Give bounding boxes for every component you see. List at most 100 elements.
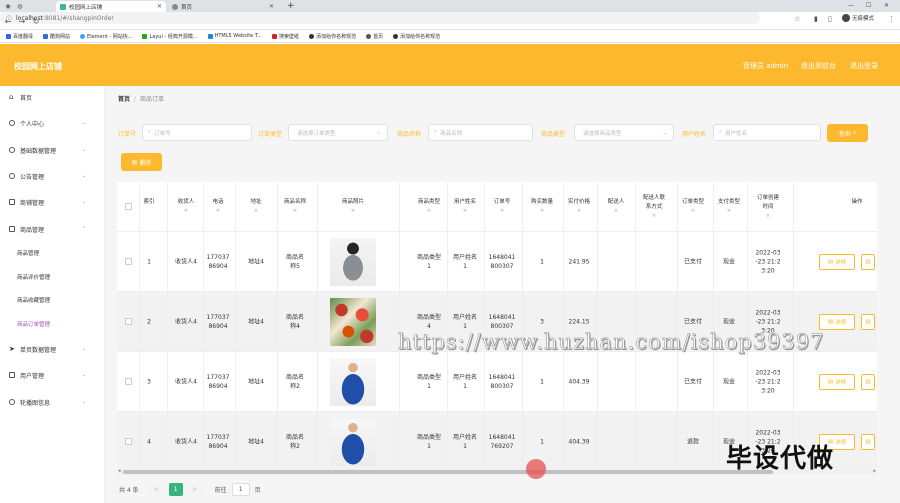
product-name-input[interactable]: ⌕ 商品名称: [428, 124, 533, 141]
tab-second[interactable]: 首页 ✕: [168, 1, 278, 12]
back-icon[interactable]: ←: [2, 15, 14, 27]
sort-icon[interactable]: ≑: [184, 208, 188, 214]
sort-icon[interactable]: ≑: [540, 208, 544, 214]
column-header[interactable]: 配送人联系方式 ≑: [641, 194, 667, 221]
column-header[interactable]: 支付类型 ≑: [712, 198, 746, 216]
go-frontend-link[interactable]: 退出到前台: [801, 61, 836, 71]
row-checkbox[interactable]: [125, 318, 132, 325]
sort-icon[interactable]: ≑: [691, 208, 695, 214]
product-type-select[interactable]: 请选择商品类型 ⌄: [574, 124, 674, 141]
column-header[interactable]: 电话 ≑: [201, 198, 235, 216]
column-header[interactable]: 订单创建时间 ≑: [755, 194, 781, 221]
sidebar-item-products[interactable]: 商品管理 ⌃: [0, 222, 105, 236]
column-header[interactable]: 购买数量 ≑: [525, 198, 559, 216]
breadcrumb-home[interactable]: 首页: [118, 96, 130, 103]
trash-icon[interactable]: ▥: [861, 374, 875, 390]
close-tab-icon[interactable]: ✕: [157, 3, 162, 10]
next-page-button[interactable]: >: [187, 482, 202, 496]
sort-icon[interactable]: ≑: [216, 208, 220, 214]
extension-icon[interactable]: ▮: [814, 15, 818, 23]
column-header[interactable]: 地址 ≑: [239, 198, 273, 216]
table-row[interactable]: 3 收货人4 17703786904 地址4 商品名称2 商品类型1 用户姓名1 164804…: [117, 352, 877, 412]
detail-button[interactable]: ▤ 详情: [819, 314, 855, 330]
sidebar-sub-product-manage[interactable]: 商品管理: [17, 249, 39, 257]
reload-icon[interactable]: ↻: [30, 15, 42, 27]
scrollbar-thumb[interactable]: [123, 470, 773, 474]
bookmark-item[interactable]: 首页: [366, 33, 383, 40]
bookmark-item[interactable]: 搜索壁纸: [272, 33, 299, 40]
column-header[interactable]: 商品照片 ≑: [328, 198, 378, 216]
column-header[interactable]: 商品类型 ≑: [412, 198, 446, 216]
delete-button[interactable]: ▤ 删除: [121, 153, 162, 171]
bookmark-item[interactable]: 酷狗网站: [43, 33, 70, 40]
column-header[interactable]: 商品名称 ≑: [278, 198, 312, 216]
close-tab-icon[interactable]: ✕: [269, 3, 274, 10]
trash-icon[interactable]: ▥: [861, 254, 875, 270]
sidebar-sub-product-favorite[interactable]: 商品收藏管理: [17, 296, 50, 304]
sidebar-item-shop[interactable]: 商铺管理 ⌄: [0, 195, 105, 209]
column-header[interactable]: 用户姓名 ≑: [448, 198, 482, 216]
goto-page-input[interactable]: 1: [231, 482, 250, 496]
sidebar-item-home[interactable]: ⌂ 首页: [0, 90, 105, 104]
logout-link[interactable]: 退出登录: [850, 61, 878, 71]
sidebar-item-single-page[interactable]: ➤ 单页数据管理 ⌄: [0, 342, 105, 356]
sort-icon[interactable]: ≑: [463, 208, 467, 214]
url-field[interactable]: ⓘ localhost:8081/#/shangpinOrder: [0, 12, 760, 24]
row-checkbox[interactable]: [125, 438, 132, 445]
sort-icon[interactable]: ≑: [427, 208, 431, 214]
sidepanel-icon[interactable]: ▯: [828, 15, 832, 23]
sort-icon[interactable]: ≑: [351, 208, 355, 214]
sidebar-item-basic-data[interactable]: 基础数据管理 ⌄: [0, 143, 105, 157]
prev-page-button[interactable]: <: [149, 482, 164, 496]
order-type-select[interactable]: 请选择订单类型 ⌄: [288, 124, 388, 141]
row-checkbox[interactable]: [125, 258, 132, 265]
forward-icon[interactable]: →: [16, 15, 28, 27]
row-checkbox[interactable]: [125, 378, 132, 385]
column-header[interactable]: 配送人 ≑: [599, 198, 633, 216]
user-name-input[interactable]: ⌕ 用户姓名: [713, 124, 821, 141]
column-header[interactable]: 订单类型 ≑: [676, 198, 710, 216]
window-close-icon[interactable]: ✕: [884, 0, 889, 12]
incognito-badge[interactable]: 无痕模式: [842, 14, 874, 22]
column-header[interactable]: 收货人 ≑: [169, 198, 203, 216]
browser-menu-icon[interactable]: ◉: [2, 0, 14, 12]
table-row[interactable]: 1 收货人4 17703786904 地址4 商品名称5 商品类型1 用户姓名1 164804…: [117, 232, 877, 292]
sidebar-item-profile[interactable]: 个人中心 ⌄: [0, 116, 105, 130]
globe-icon[interactable]: ◍: [14, 0, 26, 12]
bookmark-star-icon[interactable]: ☆: [794, 15, 800, 23]
window-maximize-icon[interactable]: ☐: [866, 0, 871, 12]
sort-icon[interactable]: ≑: [254, 208, 258, 214]
bookmark-item[interactable]: Element - 网站快...: [80, 33, 132, 40]
sort-icon[interactable]: ≑: [293, 208, 297, 214]
scroll-left-icon[interactable]: ◂: [118, 468, 121, 474]
column-header[interactable]: 实付价格 ≑: [562, 198, 596, 216]
trash-icon[interactable]: ▥: [861, 314, 875, 330]
bookmark-item[interactable]: Layui - 经典开源模...: [142, 33, 198, 40]
sort-icon[interactable]: ≑: [652, 213, 656, 219]
new-tab-icon[interactable]: +: [287, 0, 295, 12]
sidebar-item-notice[interactable]: 公告管理 ⌄: [0, 169, 105, 183]
window-minimize-icon[interactable]: —: [848, 0, 854, 12]
page-1-button[interactable]: 1: [168, 482, 183, 496]
order-no-input[interactable]: ⌕ 订单号: [142, 124, 252, 141]
scroll-right-icon[interactable]: ▸: [873, 468, 876, 474]
bookmark-item[interactable]: 百度翻译: [6, 33, 33, 40]
column-header[interactable]: 订单号 ≑: [485, 198, 519, 216]
admin-user-link[interactable]: 管理员 admin: [743, 61, 788, 71]
detail-button[interactable]: ▤ 详情: [819, 254, 855, 270]
sort-icon[interactable]: ≑: [500, 208, 504, 214]
sort-icon[interactable]: ≑: [727, 208, 731, 214]
sort-icon[interactable]: ≑: [577, 208, 581, 214]
sort-icon[interactable]: ≑: [766, 213, 770, 219]
bookmark-item[interactable]: 添加给你名称规范: [393, 33, 440, 40]
more-menu-icon[interactable]: ⋮: [888, 15, 895, 23]
tab-current[interactable]: 校园网上店铺 ✕: [56, 1, 166, 12]
sidebar-sub-product-order[interactable]: 商品订单管理: [17, 320, 50, 328]
sidebar-item-carousel[interactable]: 轮播图信息 ⌄: [0, 395, 105, 409]
bookmark-item[interactable]: HTML5 Website T...: [207, 33, 262, 39]
select-all-checkbox[interactable]: [125, 203, 132, 210]
bookmark-item[interactable]: 添加给你名称规范: [309, 33, 356, 40]
column-header[interactable]: 操作: [840, 198, 874, 207]
column-header[interactable]: 索引: [132, 198, 166, 207]
search-button[interactable]: 查询 ⌕: [827, 124, 868, 142]
